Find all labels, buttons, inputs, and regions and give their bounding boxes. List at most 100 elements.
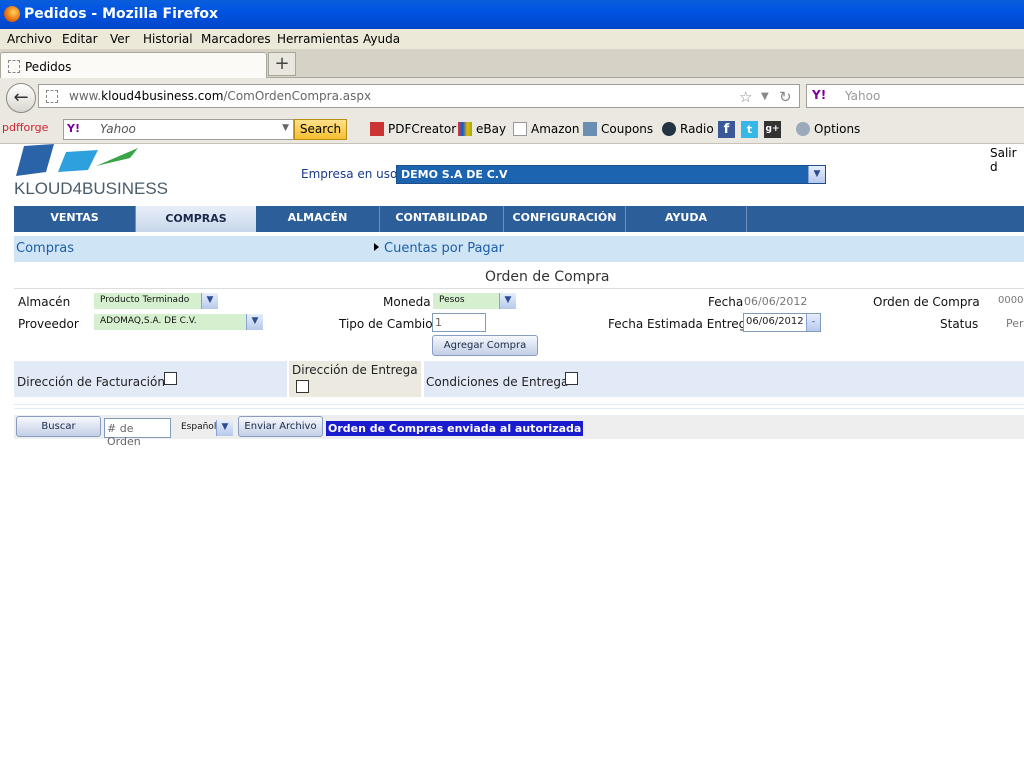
tipo-cambio-input[interactable]: 1 [432,313,486,332]
coupons-button[interactable]: Coupons [583,122,653,136]
fecha-value: 06/06/2012 [744,295,808,308]
pdfcreator-button[interactable]: PDFCreator [370,122,456,136]
chevron-down-icon[interactable]: ▼ [201,293,218,309]
facturacion-checkbox[interactable] [164,372,177,385]
window-title: Pedidos - Mozilla Firefox [24,6,219,22]
calendar-icon[interactable]: – [806,314,820,331]
chevron-down-icon[interactable]: ▼ [808,166,825,183]
google-plus-icon[interactable]: g+ [764,121,781,138]
condiciones-checkbox[interactable] [565,372,578,385]
yahoo-icon: Y! [812,88,827,102]
back-button[interactable]: ← [6,83,36,113]
window-title-bar: Pedidos - Mozilla Firefox [0,0,1024,29]
menu-marcadores[interactable]: Marcadores [201,32,271,46]
empresa-value: DEMO S.A DE C.V [401,168,508,181]
reload-icon[interactable]: ↻ [779,88,792,106]
bookmark-star-icon[interactable]: ☆ [739,88,752,106]
empresa-select[interactable]: DEMO S.A DE C.V ▼ [396,165,826,184]
empresa-label: Empresa en uso: [301,167,402,181]
almacen-select[interactable]: Producto Terminado ▼ [94,293,218,309]
ebay-button[interactable]: eBay [458,122,506,136]
toolbar-search-button[interactable]: Search [294,119,347,140]
condiciones-label: Condiciones de Entrega [426,375,569,389]
browser-search-placeholder: Yahoo [845,89,881,103]
url-prefix: www. [69,89,102,103]
menu-herramientas[interactable]: Herramientas [277,32,359,46]
moneda-select[interactable]: Pesos ▼ [433,293,516,309]
subnav-compras[interactable]: Compras [16,241,74,256]
addon-toolbar: pdfforge Y! Yahoo ▼ Search PDFCreator eB… [0,115,1024,144]
language-select[interactable]: Español ▼ [175,420,233,436]
agregar-compra-button[interactable]: Agregar Compra [432,335,538,356]
radio-button[interactable]: Radio [662,122,714,136]
tab-label: Pedidos [25,60,72,74]
options-button[interactable]: Options [796,122,860,136]
panel-condiciones: Condiciones de Entrega [424,361,1024,397]
facturacion-label: Dirección de Facturación [17,375,165,389]
nav-configuracion[interactable]: CONFIGURACIÓN [504,206,626,232]
facebook-icon[interactable]: f [718,121,735,138]
status-value: Per [1006,317,1024,330]
enviar-archivo-button[interactable]: Enviar Archivo [238,416,323,437]
form-title: Orden de Compra [485,269,610,285]
chevron-down-icon[interactable]: ▼ [499,293,516,309]
new-tab-button[interactable]: + [268,52,296,76]
gear-icon [796,122,810,136]
amazon-button[interactable]: Amazon [513,122,580,136]
url-site: kloud4business.com [101,89,224,103]
divider [14,288,1024,289]
main-nav: VENTAS COMPRAS ALMACÉN CONTABILIDAD CONF… [14,206,1024,232]
divider [14,404,1024,405]
moneda-label: Moneda [383,295,431,309]
firefox-icon [4,6,20,22]
toolbar-search-input[interactable]: Y! Yahoo ▼ [63,119,294,140]
history-dropdown-icon[interactable]: ▼ [761,91,769,102]
pdf-icon [370,122,384,136]
fecha-estimada-label: Fecha Estimada Entrega [608,317,754,331]
entrega-label: Dirección de Entrega [292,363,418,377]
tab-pedidos[interactable]: Pedidos [0,52,267,78]
nav-ventas[interactable]: VENTAS [14,206,136,232]
almacen-label: Almacén [18,295,71,309]
menu-ver[interactable]: Ver [110,32,130,46]
logout-link[interactable]: Salir d [990,146,1024,174]
status-message: Orden de Compras enviada al autorizada [326,421,584,436]
nav-almacen[interactable]: ALMACÉN [256,206,380,232]
nav-contabilidad[interactable]: CONTABILIDAD [380,206,504,232]
status-label: Status [940,317,979,331]
web-page: KLOUD4BUSINESS Salir d Empresa en uso: D… [0,144,1024,768]
orden-compra-value: 0000 [998,295,1024,306]
chevron-down-icon[interactable]: ▼ [216,420,233,436]
kloud4business-logo[interactable]: KLOUD4BUSINESS [14,144,168,202]
menu-historial[interactable]: Historial [143,32,193,46]
orden-compra-label: Orden de Compra [873,295,980,309]
amazon-icon [513,122,527,136]
buscar-button[interactable]: Buscar [16,416,101,437]
menu-editar[interactable]: Editar [62,32,98,46]
subnav-cuentas-por-pagar[interactable]: Cuentas por Pagar [374,241,504,256]
fecha-estimada-input[interactable]: 06/06/2012 – [743,313,821,332]
panel-entrega: Dirección de Entrega [289,361,421,397]
pdfforge-logo[interactable]: pdfforge [2,121,48,134]
divider [14,408,1024,409]
site-identity-icon [46,90,58,103]
browser-search-box[interactable]: Y! Yahoo [806,84,1024,108]
caret-right-icon [374,243,379,251]
chevron-down-icon[interactable]: ▼ [282,123,289,133]
nav-compras[interactable]: COMPRAS [136,206,256,232]
nav-ayuda[interactable]: AYUDA [626,206,747,232]
navigation-bar: ← www.kloud4business.com/ComOrdenCompra.… [0,78,1024,115]
yahoo-toolbar-icon: Y! [67,122,80,135]
proveedor-select[interactable]: ADOMAQ,S.A. DE C.V. ▼ [94,314,263,330]
entrega-checkbox[interactable] [296,380,309,393]
menu-archivo[interactable]: Archivo [7,32,52,46]
address-bar[interactable]: www.kloud4business.com/ComOrdenCompra.as… [38,84,800,108]
coupon-icon [583,122,597,136]
menu-ayuda[interactable]: Ayuda [363,32,400,46]
chevron-down-icon[interactable]: ▼ [246,314,263,330]
logo-icon [16,144,138,176]
order-number-input[interactable]: # de Orden [104,418,171,448]
radio-icon [662,122,676,136]
twitter-icon[interactable]: t [741,121,758,138]
logo-text: KLOUD4BUSINESS [14,179,168,198]
